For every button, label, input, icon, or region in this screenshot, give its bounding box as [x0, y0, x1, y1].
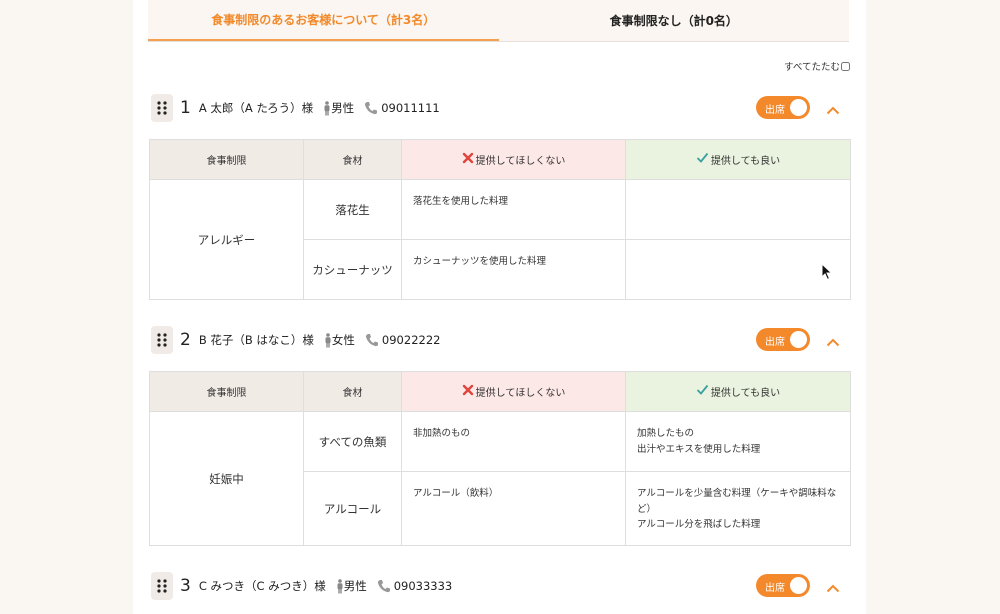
collapse-all-control[interactable]: すべてたたむ [784, 59, 850, 73]
table-row: アレルギー 落花生 落花生を使用した料理 [149, 179, 851, 300]
header-ok: 提供しても良い [625, 371, 851, 412]
ok-cell [625, 239, 851, 300]
drag-handle-icon[interactable] [151, 326, 173, 354]
header-ok-label: 提供しても良い [710, 156, 781, 167]
attendance-label: 出席 [765, 583, 785, 594]
chevron-up-icon[interactable] [826, 578, 840, 597]
restriction-table: 食事制限 食材 提供してほしくない 提供しても良い 妊娠中 すべての魚類 非加熱… [149, 371, 851, 546]
header-ng-label: 提供してほしくない [475, 156, 566, 167]
chevron-up-icon[interactable] [826, 332, 840, 351]
collapse-all-label: すべてたたむ [784, 62, 840, 73]
mouse-cursor-icon [821, 262, 833, 285]
header-ng: 提供してほしくない [401, 139, 626, 180]
ng-cell: カシューナッツを使用した料理 [401, 239, 626, 300]
attendance-label: 出席 [765, 337, 785, 348]
category-cell: 妊娠中 [149, 411, 304, 546]
tab-bar: 食事制限のあるお客様について（計3名） 食事制限なし（計0名） [148, 0, 849, 42]
guest-gender: 女性 [331, 333, 355, 347]
ok-item: アルコール分を飛ばした料理 [637, 519, 761, 530]
phone-icon [377, 579, 391, 593]
food-cell: アルコール [303, 471, 402, 546]
ng-cell: 落花生を使用した料理 [401, 179, 626, 240]
guest-card: 1 A 太郎（A たろう）様 男性 09011111 出席 食事制限 食材 提供… [149, 92, 851, 300]
attendance-toggle[interactable]: 出席 [756, 96, 810, 119]
header-category: 食事制限 [149, 371, 304, 412]
check-icon [696, 152, 709, 167]
ok-item: 出汁やエキスを使用した料理 [637, 443, 761, 455]
toggle-knob [790, 577, 807, 594]
attendance-label: 出席 [765, 105, 785, 116]
chevron-up-icon[interactable] [826, 100, 840, 119]
header-food: 食材 [303, 139, 402, 180]
person-icon [323, 100, 331, 116]
header-food: 食材 [303, 371, 402, 412]
ng-item: カシューナッツを使用した料理 [413, 256, 547, 267]
check-icon [696, 384, 709, 399]
ok-item: 加熱したもの [637, 428, 695, 439]
phone-icon [365, 333, 379, 347]
guest-phone: 09022222 [381, 333, 441, 347]
guest-name: C みつき（C みつき）様 [198, 579, 326, 593]
cross-icon [462, 384, 474, 399]
ng-cell: アルコール（飲料） [401, 471, 626, 546]
ng-item: 非加熱のもの [413, 428, 471, 439]
header-ok-label: 提供しても良い [710, 388, 781, 399]
cross-icon [462, 152, 474, 167]
attendance-toggle[interactable]: 出席 [756, 574, 810, 597]
ok-cell: 加熱したもの 出汁やエキスを使用した料理 [625, 411, 851, 472]
header-ng-label: 提供してほしくない [475, 388, 566, 399]
attendance-toggle[interactable]: 出席 [756, 328, 810, 351]
toggle-knob [790, 331, 807, 348]
tab-unrestricted-guests[interactable]: 食事制限なし（計0名） [499, 0, 850, 41]
ok-cell: アルコールを少量含む料理（ケーキや調味料など） アルコール分を飛ばした料理 [625, 471, 851, 546]
phone-icon [364, 101, 378, 115]
guest-header: 1 A 太郎（A たろう）様 男性 09011111 出席 [149, 92, 850, 124]
guest-phone: 09033333 [393, 579, 453, 593]
guest-gender: 男性 [343, 579, 367, 593]
guest-card: 2 B 花子（B はなこ）様 女性 09022222 出席 食事制限 食材 提供… [149, 324, 851, 546]
table-row: 妊娠中 すべての魚類 非加熱のもの 加熱したもの 出汁やエキスを使用した料理 [149, 411, 851, 546]
person-icon [336, 578, 344, 594]
ng-item: 落花生を使用した料理 [413, 196, 509, 207]
ok-cell [625, 179, 851, 240]
guest-number: 3 [180, 576, 191, 596]
ng-item: アルコール（飲料） [413, 488, 499, 499]
guest-number: 1 [180, 98, 191, 118]
drag-handle-icon[interactable] [151, 572, 173, 600]
guest-gender: 男性 [331, 101, 355, 115]
ng-cell: 非加熱のもの [401, 411, 626, 472]
guest-name: A 太郎（A たろう）様 [198, 101, 314, 115]
guest-card: 3 C みつき（C みつき）様 男性 09033333 出席 [149, 570, 850, 602]
toggle-knob [790, 99, 807, 116]
tab-restricted-guests[interactable]: 食事制限のあるお客様について（計3名） [148, 0, 499, 41]
person-icon [324, 332, 332, 348]
main-panel: 食事制限のあるお客様について（計3名） 食事制限なし（計0名） すべてたたむ 1… [133, 0, 866, 614]
category-cell: アレルギー [149, 179, 304, 300]
guest-header: 3 C みつき（C みつき）様 男性 09033333 出席 [149, 570, 850, 602]
ok-item: アルコールを少量含む料理（ケーキや調味料など） [637, 488, 837, 515]
guest-name: B 花子（B はなこ）様 [198, 333, 314, 347]
food-cell: すべての魚類 [303, 411, 402, 472]
guest-phone: 09011111 [381, 101, 440, 115]
guest-header: 2 B 花子（B はなこ）様 女性 09022222 出席 [149, 324, 850, 356]
food-cell: 落花生 [303, 179, 402, 240]
food-cell: カシューナッツ [303, 239, 402, 300]
guest-number: 2 [180, 330, 191, 350]
restriction-table: 食事制限 食材 提供してほしくない 提供しても良い アレルギー 落花生 落花生を… [149, 139, 851, 300]
collapse-all-checkbox[interactable] [841, 61, 850, 71]
header-category: 食事制限 [149, 139, 304, 180]
header-ng: 提供してほしくない [401, 371, 626, 412]
drag-handle-icon[interactable] [151, 94, 173, 122]
header-ok: 提供しても良い [625, 139, 851, 180]
